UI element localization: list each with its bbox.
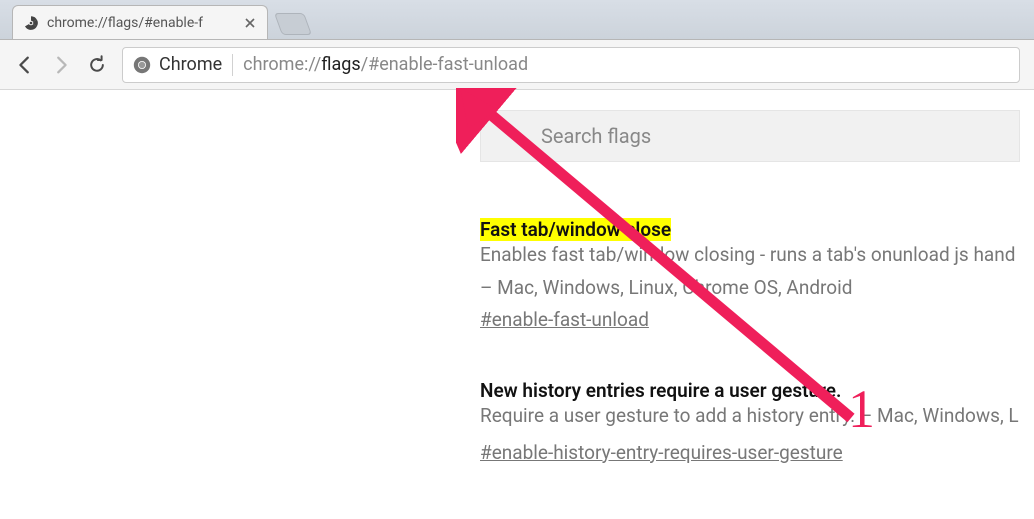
url-host: flags	[321, 54, 360, 75]
omnibox-divider	[232, 54, 233, 76]
flag-anchor-link[interactable]: #enable-history-entry-requires-user-gest…	[480, 441, 843, 464]
chrome-icon	[133, 56, 151, 74]
new-tab-button[interactable]	[274, 13, 312, 35]
flag-anchor-link[interactable]: #enable-fast-unload	[480, 308, 649, 331]
flag-description-text: Require a user gesture to add a history …	[480, 404, 855, 427]
flag-description: Require a user gesture to add a history …	[480, 402, 1034, 431]
flag-item: Fast tab/window close Enables fast tab/w…	[480, 218, 1034, 331]
flag-item: New history entries require a user gestu…	[480, 379, 1034, 464]
address-bar[interactable]: Chrome chrome://flags/#enable-fast-unloa…	[122, 47, 1020, 83]
url-path: /#enable-fast-unload	[361, 54, 528, 75]
tab-title: chrome://flags/#enable-f	[47, 15, 243, 31]
radiation-icon	[23, 15, 39, 31]
tab-strip: chrome://flags/#enable-f	[0, 0, 1034, 40]
flag-title: Fast tab/window close	[480, 218, 671, 241]
page-content: Search flags Fast tab/window close Enabl…	[0, 90, 1034, 464]
reload-button[interactable]	[86, 54, 108, 76]
url-scheme: chrome://	[243, 54, 321, 75]
search-flags-input[interactable]: Search flags	[480, 110, 1020, 162]
flag-platforms: – Mac, Windows, L	[855, 404, 1019, 427]
site-chip: Chrome	[133, 54, 222, 75]
flag-platforms: – Mac, Windows, Linux, Chrome OS, Androi…	[480, 274, 1034, 303]
forward-button[interactable]	[50, 54, 72, 76]
browser-toolbar: Chrome chrome://flags/#enable-fast-unloa…	[0, 40, 1034, 90]
site-label: Chrome	[159, 54, 222, 75]
url-text: chrome://flags/#enable-fast-unload	[243, 54, 528, 75]
flag-description: Enables fast tab/window closing - runs a…	[480, 241, 1034, 270]
search-placeholder: Search flags	[541, 124, 651, 148]
flag-title: New history entries require a user gestu…	[480, 379, 841, 402]
browser-tab[interactable]: chrome://flags/#enable-f	[12, 5, 268, 39]
close-icon[interactable]	[243, 16, 257, 30]
back-button[interactable]	[14, 54, 36, 76]
